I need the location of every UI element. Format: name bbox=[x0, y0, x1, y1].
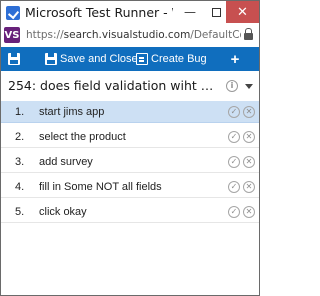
pass-check-icon[interactable]: ✓ bbox=[228, 181, 240, 193]
step-row[interactable]: 3. add survey ✓ ✕ bbox=[1, 151, 259, 173]
minimize-button[interactable]: — bbox=[176, 1, 204, 23]
step-row[interactable]: 2. select the product ✓ ✕ bbox=[1, 126, 259, 148]
step-text: select the product bbox=[39, 131, 126, 143]
visual-studio-logo-icon: VS bbox=[4, 27, 20, 43]
lock-icon bbox=[244, 28, 253, 40]
save-and-close-button[interactable]: Save and Close bbox=[60, 47, 138, 71]
toolbar: Save and Close Create Bug + bbox=[1, 47, 259, 71]
step-text: start jims app bbox=[39, 106, 105, 118]
create-bug-icon[interactable] bbox=[136, 53, 148, 65]
fail-x-icon[interactable]: ✕ bbox=[243, 206, 255, 218]
fail-x-icon[interactable]: ✕ bbox=[243, 181, 255, 193]
pass-check-icon[interactable]: ✓ bbox=[228, 106, 240, 118]
step-number: 2. bbox=[15, 131, 25, 143]
url-prefix: https:// bbox=[26, 29, 64, 41]
url-text[interactable]: https://search.visualstudio.com/DefaultC… bbox=[26, 28, 241, 42]
test-case-title: 254: does field validation wiht no dat..… bbox=[8, 78, 220, 93]
step-number: 5. bbox=[15, 206, 25, 218]
save-and-close-icon[interactable] bbox=[45, 53, 57, 65]
fail-x-icon[interactable]: ✕ bbox=[243, 156, 255, 168]
maximize-icon bbox=[211, 7, 221, 17]
step-text: click okay bbox=[39, 206, 87, 218]
fail-x-icon[interactable]: ✕ bbox=[243, 131, 255, 143]
step-row[interactable]: 5. click okay ✓ ✕ bbox=[1, 201, 259, 223]
test-runner-app-icon bbox=[6, 6, 20, 20]
pass-check-icon[interactable]: ✓ bbox=[228, 156, 240, 168]
url-host: search.visualstudio.com bbox=[63, 29, 191, 41]
step-row[interactable]: 4. fill in Some NOT all fields ✓ ✕ bbox=[1, 176, 259, 198]
close-button[interactable]: ✕ bbox=[226, 1, 259, 23]
fail-x-icon[interactable]: ✕ bbox=[243, 106, 255, 118]
create-bug-button[interactable]: Create Bug bbox=[151, 47, 207, 71]
step-row[interactable]: 1. start jims app ✓ ✕ bbox=[1, 101, 259, 123]
info-icon[interactable]: i bbox=[226, 80, 238, 92]
window-title: Microsoft Test Runner - Wi bbox=[25, 5, 173, 20]
step-number: 3. bbox=[15, 156, 25, 168]
add-button[interactable]: + bbox=[223, 47, 247, 71]
step-number: 4. bbox=[15, 181, 25, 193]
pass-check-icon[interactable]: ✓ bbox=[228, 131, 240, 143]
step-number: 1. bbox=[15, 106, 25, 118]
test-case-header: 254: does field validation wiht no dat..… bbox=[1, 73, 259, 99]
pass-check-icon[interactable]: ✓ bbox=[228, 206, 240, 218]
step-text: add survey bbox=[39, 156, 93, 168]
title-bar[interactable]: Microsoft Test Runner - Wi — ✕ bbox=[1, 1, 259, 25]
step-text: fill in Some NOT all fields bbox=[39, 181, 162, 193]
address-bar: VS https://search.visualstudio.com/Defau… bbox=[1, 25, 259, 45]
save-icon[interactable] bbox=[8, 53, 20, 65]
test-runner-window: Microsoft Test Runner - Wi — ✕ VS https:… bbox=[0, 0, 260, 296]
chevron-down-icon[interactable] bbox=[245, 84, 253, 89]
url-path: /DefaultCollection/ bbox=[190, 29, 241, 41]
